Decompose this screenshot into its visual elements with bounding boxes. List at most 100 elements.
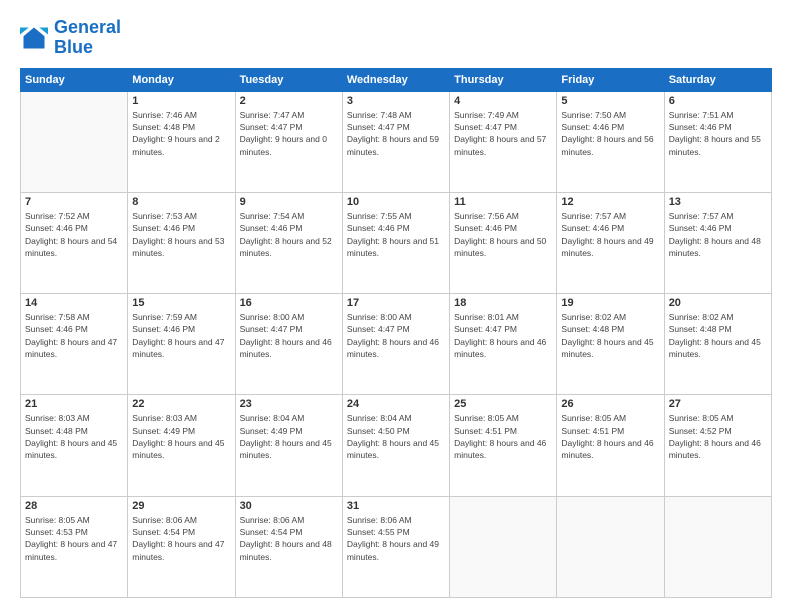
- calendar-cell: 8 Sunrise: 7:53 AM Sunset: 4:46 PM Daylig…: [128, 192, 235, 293]
- day-info: Sunrise: 7:57 AM Sunset: 4:46 PM Dayligh…: [561, 210, 659, 259]
- day-number: 12: [561, 196, 659, 208]
- day-number: 24: [347, 398, 445, 410]
- calendar-cell: [21, 91, 128, 192]
- calendar-cell: 29 Sunrise: 8:06 AM Sunset: 4:54 PM Dayli…: [128, 496, 235, 597]
- day-info: Sunrise: 7:48 AM Sunset: 4:47 PM Dayligh…: [347, 109, 445, 158]
- day-info: Sunrise: 8:05 AM Sunset: 4:51 PM Dayligh…: [561, 412, 659, 461]
- day-info: Sunrise: 7:53 AM Sunset: 4:46 PM Dayligh…: [132, 210, 230, 259]
- day-number: 3: [347, 95, 445, 107]
- day-number: 15: [132, 297, 230, 309]
- calendar-cell: 4Sunrise: 7:49 AM Sunset: 4:47 PM Daylig…: [450, 91, 557, 192]
- calendar-cell: 25 Sunrise: 8:05 AM Sunset: 4:51 PM Dayli…: [450, 395, 557, 496]
- calendar-cell: 17 Sunrise: 8:00 AM Sunset: 4:47 PM Dayli…: [342, 294, 449, 395]
- day-info: Sunrise: 8:02 AM Sunset: 4:48 PM Dayligh…: [669, 311, 767, 360]
- day-number: 30: [240, 500, 338, 512]
- day-number: 5: [561, 95, 659, 107]
- calendar-cell: 3 Sunrise: 7:48 AM Sunset: 4:47 PM Daylig…: [342, 91, 449, 192]
- day-info: Sunrise: 8:01 AM Sunset: 4:47 PM Dayligh…: [454, 311, 552, 360]
- calendar-cell: 24 Sunrise: 8:04 AM Sunset: 4:50 PM Dayli…: [342, 395, 449, 496]
- day-info: Sunrise: 8:04 AM Sunset: 4:50 PM Dayligh…: [347, 412, 445, 461]
- day-info: Sunrise: 8:04 AM Sunset: 4:49 PM Dayligh…: [240, 412, 338, 461]
- calendar-cell: 15 Sunrise: 7:59 AM Sunset: 4:46 PM Dayli…: [128, 294, 235, 395]
- weekday-header-tuesday: Tuesday: [235, 68, 342, 91]
- calendar-cell: 21Sunrise: 8:03 AM Sunset: 4:48 PM Dayli…: [21, 395, 128, 496]
- day-info: Sunrise: 7:55 AM Sunset: 4:46 PM Dayligh…: [347, 210, 445, 259]
- day-number: 17: [347, 297, 445, 309]
- calendar-week-5: 28 Sunrise: 8:05 AM Sunset: 4:53 PM Dayli…: [21, 496, 772, 597]
- day-number: 28: [25, 500, 123, 512]
- calendar-cell: 19 Sunrise: 8:02 AM Sunset: 4:48 PM Dayli…: [557, 294, 664, 395]
- day-number: 14: [25, 297, 123, 309]
- calendar-cell: [664, 496, 771, 597]
- calendar-cell: 14 Sunrise: 7:58 AM Sunset: 4:46 PM Dayli…: [21, 294, 128, 395]
- calendar-week-4: 21Sunrise: 8:03 AM Sunset: 4:48 PM Dayli…: [21, 395, 772, 496]
- page: General Blue SundayMondayTuesdayWednesda…: [0, 0, 792, 612]
- calendar-cell: 6 Sunrise: 7:51 AM Sunset: 4:46 PM Daylig…: [664, 91, 771, 192]
- day-number: 10: [347, 196, 445, 208]
- day-info: Sunrise: 7:56 AM Sunset: 4:46 PM Dayligh…: [454, 210, 552, 259]
- day-number: 8: [132, 196, 230, 208]
- calendar-week-2: 7 Sunrise: 7:52 AM Sunset: 4:46 PM Daylig…: [21, 192, 772, 293]
- logo-icon: [20, 24, 48, 52]
- calendar-cell: 12 Sunrise: 7:57 AM Sunset: 4:46 PM Dayli…: [557, 192, 664, 293]
- day-info: Sunrise: 7:54 AM Sunset: 4:46 PM Dayligh…: [240, 210, 338, 259]
- day-number: 31: [347, 500, 445, 512]
- calendar-cell: 11 Sunrise: 7:56 AM Sunset: 4:46 PM Dayli…: [450, 192, 557, 293]
- weekday-header-sunday: Sunday: [21, 68, 128, 91]
- calendar-table: SundayMondayTuesdayWednesdayThursdayFrid…: [20, 68, 772, 598]
- calendar-cell: [450, 496, 557, 597]
- day-number: 7: [25, 196, 123, 208]
- calendar-cell: 9 Sunrise: 7:54 AM Sunset: 4:46 PM Daylig…: [235, 192, 342, 293]
- day-info: Sunrise: 8:02 AM Sunset: 4:48 PM Dayligh…: [561, 311, 659, 360]
- calendar-cell: [557, 496, 664, 597]
- day-info: Sunrise: 7:51 AM Sunset: 4:46 PM Dayligh…: [669, 109, 767, 158]
- calendar-cell: 28 Sunrise: 8:05 AM Sunset: 4:53 PM Dayli…: [21, 496, 128, 597]
- day-info: Sunrise: 8:06 AM Sunset: 4:54 PM Dayligh…: [240, 514, 338, 563]
- day-number: 23: [240, 398, 338, 410]
- day-number: 18: [454, 297, 552, 309]
- day-info: Sunrise: 8:00 AM Sunset: 4:47 PM Dayligh…: [240, 311, 338, 360]
- calendar-cell: 18 Sunrise: 8:01 AM Sunset: 4:47 PM Dayli…: [450, 294, 557, 395]
- day-number: 25: [454, 398, 552, 410]
- calendar-cell: 13 Sunrise: 7:57 AM Sunset: 4:46 PM Dayli…: [664, 192, 771, 293]
- weekday-header-thursday: Thursday: [450, 68, 557, 91]
- calendar-header-row: SundayMondayTuesdayWednesdayThursdayFrid…: [21, 68, 772, 91]
- logo-text: General Blue: [54, 18, 121, 58]
- day-info: Sunrise: 7:47 AM Sunset: 4:47 PM Dayligh…: [240, 109, 338, 158]
- calendar-cell: 2Sunrise: 7:47 AM Sunset: 4:47 PM Daylig…: [235, 91, 342, 192]
- header: General Blue: [20, 18, 772, 58]
- day-info: Sunrise: 8:05 AM Sunset: 4:52 PM Dayligh…: [669, 412, 767, 461]
- day-number: 13: [669, 196, 767, 208]
- day-info: Sunrise: 7:50 AM Sunset: 4:46 PM Dayligh…: [561, 109, 659, 158]
- day-info: Sunrise: 7:46 AM Sunset: 4:48 PM Dayligh…: [132, 109, 230, 158]
- calendar-cell: 7 Sunrise: 7:52 AM Sunset: 4:46 PM Daylig…: [21, 192, 128, 293]
- calendar-cell: 10 Sunrise: 7:55 AM Sunset: 4:46 PM Dayli…: [342, 192, 449, 293]
- day-info: Sunrise: 7:58 AM Sunset: 4:46 PM Dayligh…: [25, 311, 123, 360]
- logo: General Blue: [20, 18, 121, 58]
- day-info: Sunrise: 8:00 AM Sunset: 4:47 PM Dayligh…: [347, 311, 445, 360]
- day-info: Sunrise: 8:05 AM Sunset: 4:53 PM Dayligh…: [25, 514, 123, 563]
- day-info: Sunrise: 7:52 AM Sunset: 4:46 PM Dayligh…: [25, 210, 123, 259]
- day-number: 21: [25, 398, 123, 410]
- weekday-header-friday: Friday: [557, 68, 664, 91]
- day-info: Sunrise: 7:57 AM Sunset: 4:46 PM Dayligh…: [669, 210, 767, 259]
- calendar-cell: 26 Sunrise: 8:05 AM Sunset: 4:51 PM Dayli…: [557, 395, 664, 496]
- day-info: Sunrise: 8:05 AM Sunset: 4:51 PM Dayligh…: [454, 412, 552, 461]
- calendar-cell: 30 Sunrise: 8:06 AM Sunset: 4:54 PM Dayli…: [235, 496, 342, 597]
- day-number: 26: [561, 398, 659, 410]
- calendar-cell: 31Sunrise: 8:06 AM Sunset: 4:55 PM Dayli…: [342, 496, 449, 597]
- day-info: Sunrise: 8:06 AM Sunset: 4:54 PM Dayligh…: [132, 514, 230, 563]
- weekday-header-monday: Monday: [128, 68, 235, 91]
- day-info: Sunrise: 7:59 AM Sunset: 4:46 PM Dayligh…: [132, 311, 230, 360]
- day-number: 11: [454, 196, 552, 208]
- day-number: 1: [132, 95, 230, 107]
- day-number: 16: [240, 297, 338, 309]
- day-number: 29: [132, 500, 230, 512]
- day-number: 6: [669, 95, 767, 107]
- day-number: 20: [669, 297, 767, 309]
- calendar-cell: 22 Sunrise: 8:03 AM Sunset: 4:49 PM Dayli…: [128, 395, 235, 496]
- day-info: Sunrise: 8:03 AM Sunset: 4:49 PM Dayligh…: [132, 412, 230, 461]
- day-number: 22: [132, 398, 230, 410]
- day-number: 19: [561, 297, 659, 309]
- day-number: 9: [240, 196, 338, 208]
